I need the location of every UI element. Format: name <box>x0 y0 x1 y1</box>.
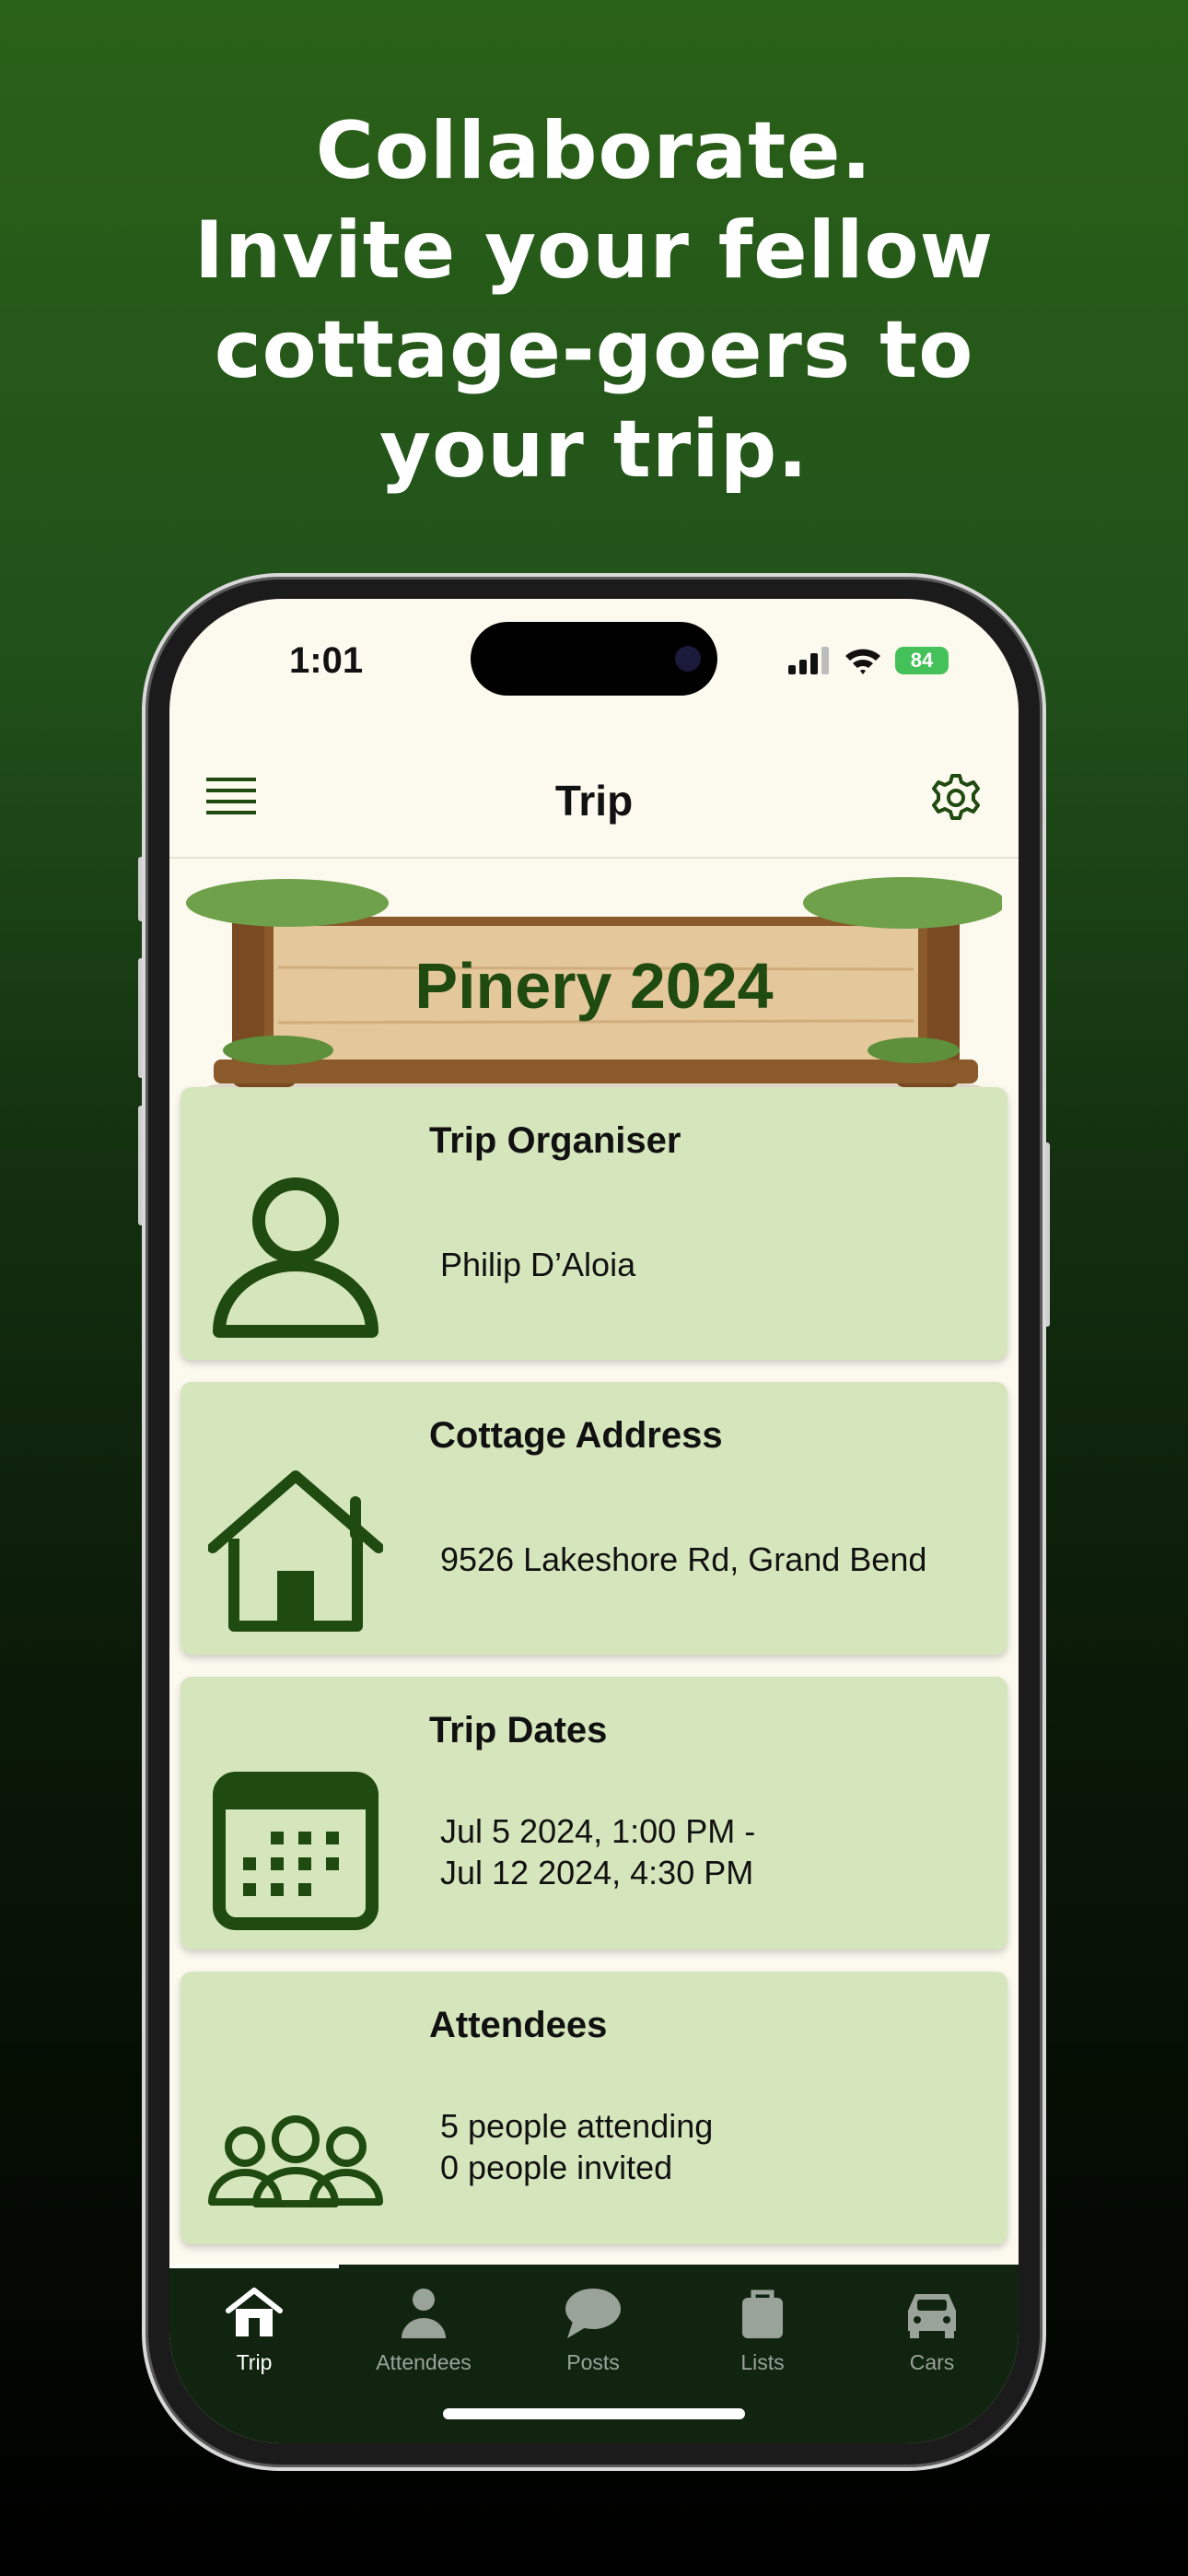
card-title: Trip Dates <box>429 1710 608 1751</box>
card-attendees[interactable]: Attendees 5 people attending 0 people in… <box>181 1972 1007 2244</box>
app-header: Trip <box>169 737 1019 859</box>
attending-count: 5 people attending <box>440 2107 714 2145</box>
trip-start-date: Jul 5 2024, 1:00 PM - <box>440 1812 756 1850</box>
card-text: 5 people attending 0 people invited <box>440 2105 713 2188</box>
active-tab-indicator <box>169 2265 339 2268</box>
dynamic-island <box>471 622 717 696</box>
home-indicator[interactable] <box>443 2408 745 2419</box>
page-title: Trip <box>554 777 634 825</box>
card-trip-dates[interactable]: Trip Dates Jul 5 2024, 1:00 PM - Jul 12 … <box>181 1677 1007 1950</box>
person-icon <box>213 1177 379 1338</box>
tab-posts[interactable]: Posts <box>508 2277 678 2379</box>
headline-line-3: cottage-goers to <box>214 304 974 396</box>
card-text: Jul 5 2024, 1:00 PM - Jul 12 2024, 4:30 … <box>440 1810 755 1893</box>
tab-label: Trip <box>236 2350 273 2374</box>
card-trip-organiser[interactable]: Trip Organiser Philip D’Aloia <box>181 1087 1007 1360</box>
tab-label: Posts <box>566 2350 620 2374</box>
card-text: Philip D’Aloia <box>440 1244 635 1285</box>
card-cottage-address[interactable]: Cottage Address 9526 Lakeshore Rd, Grand… <box>181 1382 1007 1655</box>
headline-line-1: Collaborate. <box>315 105 873 197</box>
group-icon <box>208 2115 383 2207</box>
tab-label: Cars <box>909 2350 955 2374</box>
tab-trip[interactable]: Trip <box>169 2277 339 2379</box>
calendar-icon <box>213 1772 379 1930</box>
car-icon <box>908 2294 956 2338</box>
tab-label: Attendees <box>376 2350 472 2374</box>
battery-indicator: 84 <box>895 647 949 674</box>
person-icon <box>402 2289 446 2338</box>
chat-bubble-icon <box>565 2289 621 2338</box>
marketing-headline: Collaborate. Invite your fellow cottage-… <box>0 101 1188 499</box>
status-icons: 84 <box>788 645 949 676</box>
tab-label: Lists <box>740 2350 785 2374</box>
status-time: 1:01 <box>289 640 364 681</box>
card-title: Cottage Address <box>429 1415 723 1456</box>
house-icon <box>208 1470 383 1632</box>
headline-line-2: Invite your fellow <box>193 205 995 297</box>
trip-name: Pinery 2024 <box>414 950 774 1022</box>
organiser-name: Philip D’Aloia <box>440 1246 636 1283</box>
tab-lists[interactable]: Lists <box>678 2277 847 2379</box>
bag-icon <box>742 2289 783 2338</box>
card-title: Attendees <box>429 2005 608 2045</box>
tab-cars[interactable]: Cars <box>847 2277 1017 2379</box>
cottage-address: 9526 Lakeshore Rd, Grand Bend <box>440 1540 927 1578</box>
bottom-tab-bar: Trip Attendees Posts Lists Cars <box>169 2265 1019 2443</box>
cellular-signal-icon <box>788 647 829 674</box>
gear-icon[interactable] <box>930 772 982 824</box>
trip-name-banner: Pinery 2024 <box>186 866 1006 1106</box>
invited-count: 0 people invited <box>440 2149 673 2186</box>
tab-attendees[interactable]: Attendees <box>339 2277 508 2379</box>
headline-line-4: your trip. <box>379 404 809 496</box>
card-title: Trip Organiser <box>429 1120 681 1161</box>
trip-end-date: Jul 12 2024, 4:30 PM <box>440 1854 754 1891</box>
status-bar: 1:01 84 <box>169 599 1019 737</box>
home-icon <box>226 2288 283 2336</box>
wifi-icon <box>845 649 880 674</box>
camera-icon <box>675 646 701 672</box>
card-text: 9526 Lakeshore Rd, Grand Bend <box>440 1539 926 1580</box>
phone-screen: 1:01 84 Trip Pinery 2024 Trip Organiser … <box>169 599 1019 2443</box>
